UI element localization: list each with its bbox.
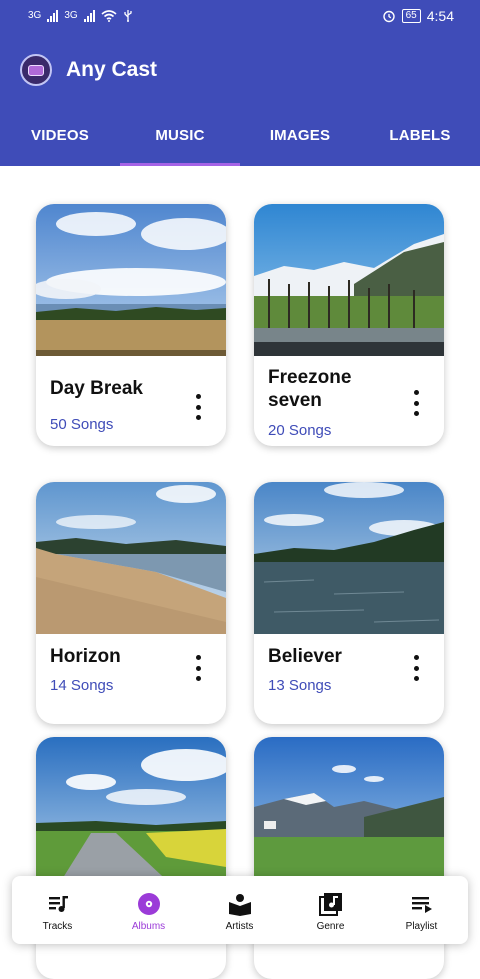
tab-music[interactable]: MUSIC [120, 122, 240, 166]
album-cover-image [254, 204, 444, 356]
more-options-icon[interactable] [408, 390, 424, 416]
playlist-icon [411, 897, 432, 913]
status-left: 3G 3G [28, 9, 133, 22]
more-options-icon[interactable] [408, 655, 424, 681]
usb-icon [124, 10, 132, 22]
album-song-count: 14 Songs [50, 677, 114, 694]
alarm-icon [382, 10, 395, 23]
nav-artists[interactable]: Artists [194, 876, 285, 944]
tab-indicator [120, 163, 240, 166]
album-cover-image [36, 204, 226, 356]
album-title: Horizon [50, 646, 121, 667]
network-type-1: 3G [28, 10, 42, 21]
album-song-count: 13 Songs [268, 677, 332, 694]
genre-icon [318, 893, 342, 916]
nav-tracks[interactable]: Tracks [12, 876, 103, 944]
album-cover-image [36, 482, 226, 634]
nav-albums[interactable]: Albums [103, 876, 194, 944]
nav-label: Genre [316, 921, 345, 932]
app-title: Any Cast [66, 58, 158, 81]
app-logo-icon [20, 54, 52, 86]
artist-icon [228, 894, 251, 916]
bottom-navigation: Tracks Albums Artists Genre Playlist [12, 876, 468, 944]
status-bar: 3G 3G 65 4:54 [0, 0, 480, 34]
clock: 4:54 [426, 8, 454, 24]
signal-icon [83, 9, 95, 22]
app-bar: Any Cast VIDEOS MUSIC IMAGES LABELS [0, 34, 480, 166]
album-title: Day Break [50, 378, 143, 399]
album-title: Freezone seven [268, 367, 352, 411]
album-card[interactable]: Day Break 50 Songs [36, 204, 226, 446]
album-song-count: 20 Songs [268, 422, 332, 439]
more-options-icon[interactable] [190, 394, 206, 420]
nav-genre[interactable]: Genre [285, 876, 376, 944]
nav-label: Albums [131, 921, 166, 932]
album-card[interactable]: Believer 13 Songs [254, 482, 444, 724]
album-cover-image [254, 737, 444, 889]
more-options-icon[interactable] [190, 655, 206, 681]
nav-label: Tracks [42, 921, 73, 932]
tab-bar: VIDEOS MUSIC IMAGES LABELS [0, 122, 480, 166]
album-card[interactable]: Horizon 14 Songs [36, 482, 226, 724]
album-icon [137, 893, 160, 915]
network-type-2: 3G [64, 10, 78, 21]
signal-icon [47, 9, 59, 22]
battery-indicator: 65 [401, 9, 421, 23]
album-cover-image [254, 482, 444, 634]
wifi-icon [101, 9, 117, 22]
nav-playlist[interactable]: Playlist [376, 876, 467, 944]
album-card[interactable]: Freezone seven 20 Songs [254, 204, 444, 446]
album-title: Believer [268, 646, 342, 667]
tab-videos[interactable]: VIDEOS [0, 122, 120, 166]
nav-label: Artists [225, 921, 254, 932]
tab-images[interactable]: IMAGES [240, 122, 360, 166]
tab-labels[interactable]: LABELS [360, 122, 480, 166]
status-right: 65 4:54 [382, 8, 454, 24]
album-cover-image [36, 737, 226, 889]
album-song-count: 50 Songs [50, 416, 114, 433]
tracks-icon [48, 896, 68, 912]
nav-label: Playlist [405, 921, 438, 932]
